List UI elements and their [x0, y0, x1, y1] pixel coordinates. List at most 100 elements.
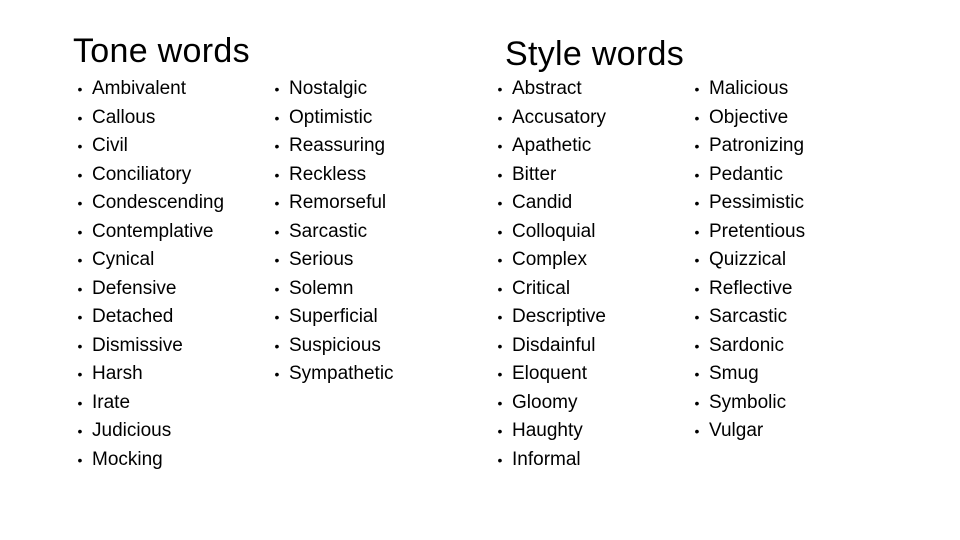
list-item: • Apathetic: [495, 132, 606, 161]
tone-words-list-column-1: • Ambivalent • Callous • Civil • Conciliatory • C…: [75, 75, 225, 474]
list-item-text: Malicious: [709, 78, 789, 99]
list-item-text: Optimistic: [289, 106, 373, 128]
bullet-icon: •: [497, 138, 503, 154]
list-item-text: Patronizing: [709, 135, 805, 156]
list-item-text: Conciliatory: [92, 163, 192, 185]
list-item-text: Defensive: [92, 277, 177, 299]
list-item-text: Sarcastic: [289, 220, 368, 242]
list-item-text: Candid: [512, 192, 573, 213]
bullet-icon: •: [77, 252, 83, 268]
list-item: • Contemplative: [75, 218, 224, 247]
bullet-icon: •: [694, 394, 700, 411]
list-item-text: Vulgar: [709, 420, 764, 441]
list-item: • Critical: [495, 275, 606, 304]
bullet-icon: •: [497, 423, 503, 439]
list-item: • Conciliatory: [75, 161, 224, 190]
list-item-text: Callous: [92, 106, 156, 128]
list-item: • Dismissive: [75, 332, 224, 361]
bullet-icon: •: [497, 394, 503, 411]
list-item-text: Remorseful: [289, 192, 387, 213]
list-item: • Sardonic: [692, 332, 805, 361]
list-item-text: Haughty: [512, 420, 583, 441]
bullet-icon: •: [497, 451, 503, 468]
list-item-text: Colloquial: [512, 220, 596, 242]
bullet-icon: •: [274, 109, 280, 126]
list-item-text: Serious: [289, 249, 354, 270]
list-item: • Smug: [692, 360, 805, 389]
list-item: • Civil: [75, 132, 224, 161]
list-item: • Gloomy: [495, 389, 606, 418]
bullet-icon: •: [497, 109, 503, 126]
list-item: • Symbolic: [692, 389, 805, 418]
bullet-icon: •: [274, 223, 280, 240]
list-item: • Reflective: [692, 275, 805, 304]
list-item-text: Smug: [709, 363, 759, 384]
list-item-text: Pretentious: [709, 220, 806, 242]
bullet-icon: •: [274, 195, 280, 211]
list-item-text: Detached: [92, 306, 174, 327]
bullet-icon: •: [694, 366, 700, 382]
list-item: • Ambivalent: [75, 75, 224, 104]
list-item: • Disdainful: [495, 332, 606, 361]
list-item: • Vulgar: [692, 417, 805, 446]
list-item: • Objective: [692, 104, 805, 133]
list-item: • Callous: [75, 104, 224, 133]
list-item: • Abstract: [495, 75, 606, 104]
list-item-text: Sarcastic: [709, 306, 788, 327]
bullet-icon: •: [274, 280, 280, 297]
list-item: • Solemn: [272, 275, 394, 304]
list-item: • Optimistic: [272, 104, 394, 133]
list-item-text: Judicious: [92, 420, 172, 441]
list-item: • Harsh: [75, 360, 224, 389]
list-item-text: Complex: [512, 249, 587, 270]
list-item-text: Harsh: [92, 363, 143, 384]
list-item-text: Disdainful: [512, 334, 596, 356]
list-item-text: Ambivalent: [92, 78, 186, 99]
bullet-icon: •: [694, 81, 700, 97]
style-words-list-column-1: • Abstract • Accusatory • Apathetic • Bitter • Ca…: [495, 75, 606, 474]
bullet-icon: •: [77, 195, 83, 211]
list-item-text: Reassuring: [289, 135, 386, 156]
list-item: • Suspicious: [272, 332, 394, 361]
list-item-text: Irate: [92, 391, 131, 413]
bullet-icon: •: [497, 280, 503, 297]
bullet-icon: •: [497, 309, 503, 325]
list-item-text: Abstract: [512, 78, 582, 99]
list-item: • Cynical: [75, 246, 224, 275]
list-item: • Accusatory: [495, 104, 606, 133]
list-item: • Sarcastic: [272, 218, 394, 247]
list-item: • Irate: [75, 389, 224, 418]
bullet-icon: •: [274, 309, 280, 325]
list-item: • Sympathetic: [272, 360, 394, 389]
list-item: • Bitter: [495, 161, 606, 190]
list-item: • Haughty: [495, 417, 606, 446]
list-item-text: Solemn: [289, 277, 354, 299]
bullet-icon: •: [497, 223, 503, 240]
bullet-icon: •: [694, 337, 700, 354]
list-item: • Pretentious: [692, 218, 806, 247]
bullet-icon: •: [694, 195, 700, 211]
list-item: • Reassuring: [272, 132, 394, 161]
bullet-icon: •: [274, 138, 280, 154]
list-item: • Pessimistic: [692, 189, 805, 218]
list-item: • Serious: [272, 246, 394, 275]
bullet-icon: •: [694, 166, 700, 183]
bullet-icon: •: [77, 223, 83, 240]
list-item: • Informal: [495, 446, 606, 475]
list-item: • Sarcastic: [692, 303, 805, 332]
list-item-text: Sympathetic: [289, 363, 394, 384]
bullet-icon: •: [77, 109, 83, 126]
bullet-icon: •: [694, 309, 700, 325]
list-item-text: Apathetic: [512, 135, 592, 156]
list-item: • Judicious: [75, 417, 224, 446]
bullet-icon: •: [497, 195, 503, 211]
bullet-icon: •: [274, 337, 280, 354]
list-item-text: Condescending: [92, 192, 225, 213]
list-item-text: Objective: [709, 106, 789, 128]
list-item-text: Reckless: [289, 163, 367, 185]
list-item: • Condescending: [75, 189, 225, 218]
bullet-icon: •: [497, 252, 503, 268]
list-item-text: Accusatory: [512, 106, 606, 128]
list-item-text: Dismissive: [92, 334, 183, 356]
list-item: • Detached: [75, 303, 224, 332]
